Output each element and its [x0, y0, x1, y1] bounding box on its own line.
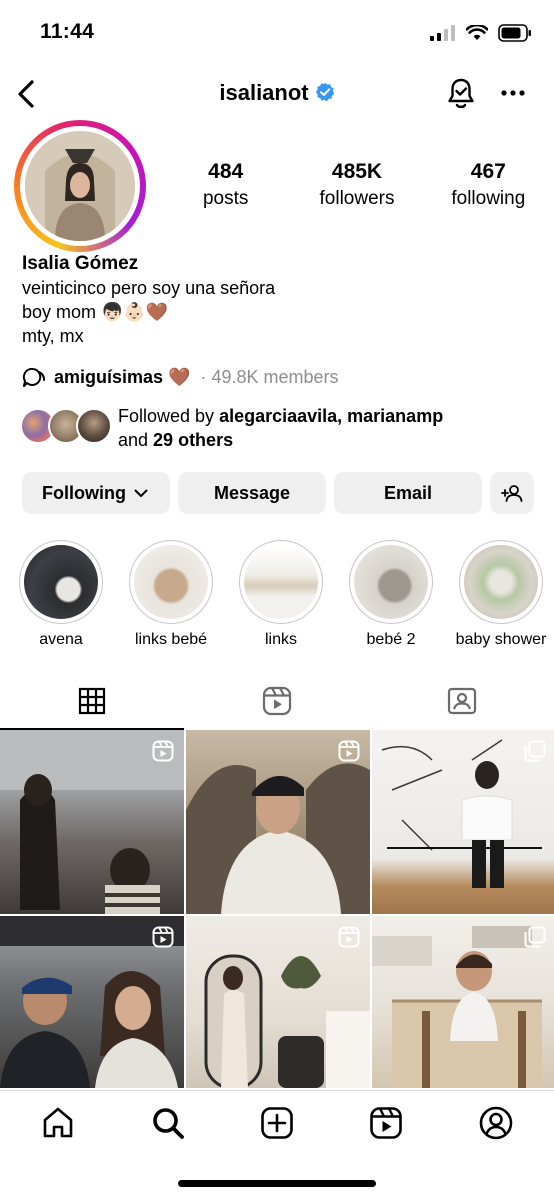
reel-badge-icon: [338, 740, 360, 762]
message-button[interactable]: Message: [178, 472, 326, 514]
followed-by[interactable]: Followed by alegarciaavila, marianamp an…: [20, 404, 443, 452]
wifi-icon: [466, 25, 488, 40]
broadcast-channel-link[interactable]: amiguísimas 🤎 · 49.8K members: [22, 366, 339, 388]
avatar: [76, 408, 112, 444]
battery-icon: [498, 24, 531, 42]
broadcast-channel-icon: [22, 367, 45, 387]
highlight-label: bebé 2: [366, 631, 416, 648]
post-thumbnail[interactable]: [186, 916, 370, 1088]
highlight-item[interactable]: bebé 2: [336, 540, 446, 649]
channel-members: · 49.8K members: [200, 366, 339, 387]
search-icon[interactable]: [150, 1105, 186, 1141]
posts-grid: [0, 730, 554, 1088]
reel-badge-icon: [338, 926, 360, 948]
highlight-cover: [464, 545, 538, 619]
profile-nav-icon[interactable]: [478, 1105, 514, 1141]
status-icons: [430, 24, 532, 42]
stat-label: posts: [202, 188, 249, 209]
tab-reels[interactable]: [185, 672, 369, 730]
profile-stats: 484 posts 485K followers 467 following: [160, 158, 554, 212]
highlight-label: avena: [39, 631, 83, 648]
tab-posts-grid[interactable]: [0, 672, 184, 730]
highlight-label: links bebé: [134, 631, 208, 648]
highlight-item[interactable]: links: [226, 540, 336, 649]
followed-prefix: Followed by: [118, 406, 220, 426]
stat-label: followers: [319, 188, 395, 209]
email-button[interactable]: Email: [334, 472, 482, 514]
create-post-icon[interactable]: [259, 1105, 295, 1141]
status-bar: 11:44: [0, 0, 554, 64]
highlight-label: links: [264, 631, 297, 648]
highlight-cover: [24, 545, 98, 619]
avatar-photo: [25, 131, 135, 241]
profile-actions: Following Message Email: [22, 472, 534, 514]
chevron-down-icon: [134, 489, 148, 497]
bio-line: boy mom 👦🏻👶🏻🤎: [22, 302, 169, 322]
profile-avatar[interactable]: [14, 120, 146, 252]
highlight-cover: [134, 545, 208, 619]
status-time: 11:44: [40, 20, 95, 43]
followed-names: alegarciaavila, marianamp: [219, 406, 444, 426]
reels-icon: [262, 686, 292, 716]
display-name: Isalia Gómez: [22, 253, 139, 274]
reel-badge-icon: [152, 926, 174, 948]
home-indicator[interactable]: [178, 1180, 376, 1187]
cellular-signal-icon: [430, 25, 455, 41]
stat-value: 467: [470, 160, 506, 183]
tagged-icon: [447, 687, 477, 715]
bio-line: mty, mx: [22, 326, 84, 346]
post-thumbnail[interactable]: [0, 730, 184, 914]
followed-others: 29 others: [153, 430, 234, 450]
following-label: Following: [42, 482, 126, 503]
stat-label: following: [451, 188, 526, 209]
profile-tabs: [0, 672, 554, 730]
following-stat[interactable]: 467 following: [423, 158, 554, 212]
stat-value: 484: [208, 160, 244, 183]
post-thumbnail[interactable]: [372, 916, 554, 1088]
stat-value: 485K: [331, 160, 383, 183]
reels-nav-icon[interactable]: [368, 1105, 404, 1141]
followed-by-text: Followed by alegarciaavila, marianamp an…: [118, 404, 443, 452]
carousel-badge-icon: [524, 926, 546, 948]
highlight-item[interactable]: baby shower: [446, 540, 554, 649]
posts-stat[interactable]: 484 posts: [160, 158, 291, 212]
home-icon[interactable]: [40, 1105, 76, 1141]
following-button[interactable]: Following: [22, 472, 170, 514]
suggested-users-button[interactable]: [490, 472, 534, 514]
highlight-cover: [354, 545, 428, 619]
username: isalianot: [219, 80, 309, 105]
highlight-item[interactable]: links bebé: [116, 540, 226, 649]
highlight-label: baby shower: [455, 631, 547, 648]
add-user-icon: [501, 485, 523, 502]
more-options-icon[interactable]: [498, 78, 528, 108]
carousel-badge-icon: [524, 740, 546, 762]
grid-icon: [78, 687, 106, 715]
bottom-navigation: [0, 1090, 554, 1156]
post-thumbnail[interactable]: [186, 730, 370, 914]
post-thumbnail[interactable]: [0, 916, 184, 1088]
story-highlights: avena links bebé links bebé 2 baby showe…: [0, 540, 554, 650]
notification-bell-icon[interactable]: [444, 76, 478, 110]
profile-header: isalianot: [0, 70, 554, 120]
mutual-followers-avatars: [20, 404, 112, 446]
highlight-cover: [244, 545, 318, 619]
tab-tagged[interactable]: [370, 672, 554, 730]
reel-badge-icon: [152, 740, 174, 762]
followers-stat[interactable]: 485K followers: [291, 158, 422, 212]
highlight-item[interactable]: avena: [6, 540, 116, 649]
verified-badge-icon: [315, 82, 334, 102]
post-thumbnail[interactable]: [372, 730, 554, 914]
followed-and: and: [118, 430, 154, 450]
bio-line: veinticinco pero soy una señora: [22, 278, 276, 298]
channel-name: amiguísimas 🤎: [54, 366, 191, 387]
profile-bio: Isalia Gómez veinticinco pero soy una se…: [22, 252, 532, 348]
